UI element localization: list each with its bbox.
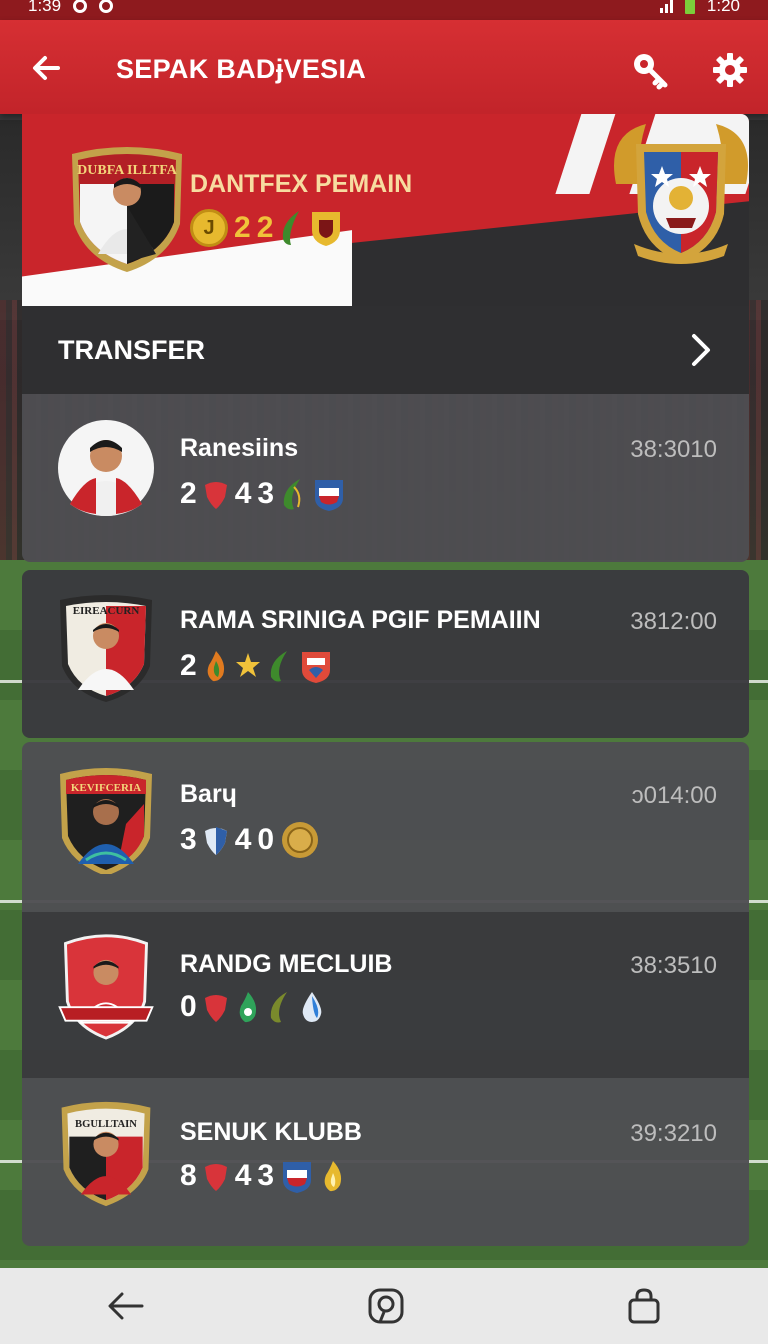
red-shield-icon xyxy=(204,1164,227,1191)
player-name: RANDG MECLUIB xyxy=(180,950,393,978)
player-club-badge: BGULLTAIN xyxy=(61,1101,151,1207)
stat-value: 2 xyxy=(180,649,197,682)
svg-text:KEVIFCERIA: KEVIFCERIA xyxy=(71,782,141,794)
back-arrow-icon[interactable] xyxy=(28,50,64,86)
notification-icon xyxy=(99,0,114,13)
player-row[interactable]: BGULLTAIN SENUK KLUBB 39:3210 8 4 3 xyxy=(22,1078,749,1246)
club-badge-player-icon: DUBFA ILLTFA xyxy=(72,147,182,272)
player-avatar xyxy=(58,420,154,516)
drop-icon xyxy=(302,992,321,1022)
status-bar: 1:39 1:20 xyxy=(0,0,768,20)
home-nav-icon[interactable] xyxy=(366,1286,406,1326)
featured-player-card[interactable]: DUBFA ILLTFA DANTFEX PEMAIN J 2 2 xyxy=(22,114,749,306)
status-time-left: 1:39 xyxy=(28,0,62,15)
player-time: 38:3510 xyxy=(630,952,717,979)
player-row[interactable]: KEVIFCERIA Barɥ ɔ014:00 3 4 0 xyxy=(22,742,749,912)
red-shield-icon xyxy=(204,995,227,1022)
player-stats: 3 4 0 xyxy=(180,820,320,860)
featured-stats: J 2 2 xyxy=(190,208,343,248)
gear-icon[interactable] xyxy=(710,50,750,90)
signal-icon xyxy=(659,0,673,13)
player-stats: 2 xyxy=(180,648,333,684)
stat-value: 3 xyxy=(257,1159,275,1192)
stat-value: 3 xyxy=(180,823,197,856)
flame-icon xyxy=(324,1161,342,1192)
player-name: SENUK KLUBB xyxy=(180,1118,362,1146)
club-crest-icon xyxy=(301,652,330,683)
player-row[interactable]: EIREACURN RAMA SRINIGA PGIF PEMAIIN 3812… xyxy=(22,570,749,738)
stat-value: 2 xyxy=(256,211,274,244)
stat-value: 4 xyxy=(234,477,252,510)
battery-icon xyxy=(684,0,695,14)
status-time-right: 1:20 xyxy=(706,0,740,15)
flame-icon xyxy=(207,651,224,682)
club-crest-icon xyxy=(315,480,344,511)
stat-value: 4 xyxy=(234,1159,252,1192)
player-row[interactable]: RANDG MECLUIB 38:3510 0 xyxy=(22,912,749,1078)
leaf-icon xyxy=(270,651,287,682)
leaf-icon xyxy=(239,992,256,1023)
stat-value: 0 xyxy=(257,823,275,856)
player-club-badge xyxy=(58,934,154,1040)
player-club-badge: EIREACURN xyxy=(60,595,152,702)
svg-text:DUBFA ILLTFA: DUBFA ILLTFA xyxy=(77,163,178,178)
recents-nav-icon[interactable] xyxy=(624,1286,664,1326)
player-time: 3812:00 xyxy=(630,608,717,635)
stat-value: 0 xyxy=(180,990,197,1023)
player-time: 39:3210 xyxy=(630,1120,717,1147)
back-nav-icon[interactable] xyxy=(106,1286,146,1326)
leaf-icon xyxy=(283,479,301,510)
player-time: 38:3010 xyxy=(630,436,717,463)
player-name: RAMA SRINIGA PGIF PEMAIIN xyxy=(180,606,541,634)
player-row[interactable]: Ranesiins 38:3010 2 4 3 xyxy=(22,394,749,562)
transfer-section-button[interactable]: TRANSFER xyxy=(22,306,749,394)
star-icon xyxy=(235,653,260,677)
leaf-icon xyxy=(270,992,287,1023)
player-name: Ranesiins xyxy=(180,434,299,462)
garuda-emblem-icon xyxy=(614,124,748,264)
leaf-icon xyxy=(283,211,300,245)
player-time: ɔ014:00 xyxy=(631,782,717,809)
coin-icon: J xyxy=(190,209,228,247)
system-nav-bar xyxy=(0,1268,768,1344)
player-name: Barɥ xyxy=(180,780,237,808)
stat-value: 8 xyxy=(180,1159,197,1192)
player-stats: 8 4 3 xyxy=(180,1158,346,1194)
notification-icon xyxy=(73,0,88,13)
stat-value: 3 xyxy=(257,477,275,510)
club-crest-icon xyxy=(283,1162,312,1193)
chevron-right-icon[interactable] xyxy=(686,332,714,368)
svg-text:EIREACURN: EIREACURN xyxy=(73,605,140,617)
svg-text:BGULLTAIN: BGULLTAIN xyxy=(75,1119,137,1130)
app-bar: SEPAK BADɉVESIA xyxy=(0,20,768,114)
player-club-badge: KEVIFCERIA xyxy=(60,768,152,874)
featured-title: DANTFEX PEMAIN xyxy=(190,170,413,198)
search-key-icon[interactable] xyxy=(630,50,670,90)
player-stats: 2 4 3 xyxy=(180,476,346,512)
red-shield-icon xyxy=(204,482,227,509)
stat-value: 2 xyxy=(234,211,251,244)
shield-icon xyxy=(312,212,341,246)
player-stats: 0 xyxy=(180,990,325,1024)
stat-value: 4 xyxy=(234,823,252,856)
gold-coin-icon xyxy=(282,822,319,858)
blue-shield-icon xyxy=(204,827,227,855)
stat-value: 2 xyxy=(180,477,197,510)
app-title: SEPAK BADɉVESIA xyxy=(116,54,367,84)
transfer-label: TRANSFER xyxy=(58,334,205,365)
